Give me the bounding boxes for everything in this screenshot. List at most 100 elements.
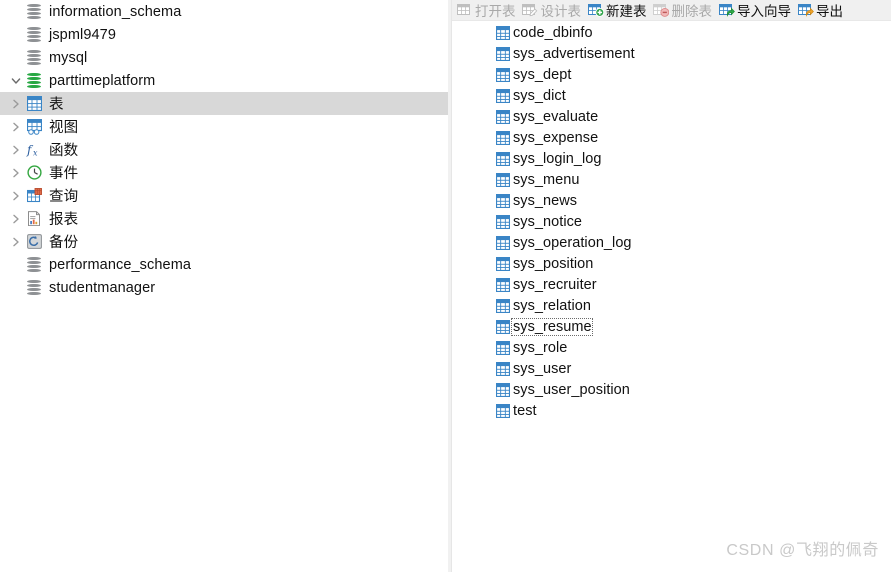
table-icon [494, 298, 512, 313]
table-list-item[interactable]: sys_expense [492, 127, 891, 148]
tree-item-label: information_schema [49, 3, 182, 20]
database-navigator-pane[interactable]: information_schema jspml9479 mysql parttime… [0, 0, 448, 572]
chevron-right-icon[interactable] [8, 168, 24, 178]
object-toolbar[interactable]: 打开表 设计表 新建表 删除表 导入向导 导出 [452, 0, 891, 21]
delete-table-icon [653, 3, 670, 17]
table-list-item[interactable]: sys_notice [492, 211, 891, 232]
table-list-item[interactable]: sys_advertisement [492, 43, 891, 64]
backup-icon [24, 234, 44, 249]
table-icon [494, 109, 512, 124]
database-gray-icon [24, 27, 44, 42]
toolbar-button-导入向导[interactable]: 导入向导 [716, 1, 795, 20]
import-wizard-icon [718, 3, 735, 17]
table-list-item-label: sys_dept [513, 66, 572, 83]
chevron-right-icon[interactable] [8, 237, 24, 247]
table-list-item[interactable]: sys_relation [492, 295, 891, 316]
table-list-item-label: sys_role [513, 339, 568, 356]
table-list-item[interactable]: sys_role [492, 337, 891, 358]
table-list-item[interactable]: sys_login_log [492, 148, 891, 169]
table-icon [494, 319, 512, 334]
view-icon [24, 118, 44, 135]
tree-item-performance_schema[interactable]: performance_schema [0, 253, 448, 276]
chevron-right-icon[interactable] [8, 145, 24, 155]
table-list-item-label: sys_position [513, 255, 594, 272]
chevron-down-icon[interactable] [8, 76, 24, 86]
table-list-item[interactable]: sys_user [492, 358, 891, 379]
table-icon [494, 193, 512, 208]
table-list-item-label: sys_expense [513, 129, 599, 146]
table-list-item[interactable]: code_dbinfo [492, 22, 891, 43]
open-table-icon [456, 3, 473, 17]
table-list-item-label: sys_recruiter [513, 276, 597, 293]
tree-item-备份[interactable]: 备份 [0, 230, 448, 253]
table-list-item[interactable]: sys_resume [492, 316, 891, 337]
table-list-item-label: sys_advertisement [513, 45, 635, 62]
table-list-item[interactable]: sys_evaluate [492, 106, 891, 127]
table-list-item-label: sys_evaluate [513, 108, 599, 125]
database-gray-icon [24, 50, 44, 65]
table-icon [494, 256, 512, 271]
tree-item-label: 事件 [49, 166, 79, 182]
database-gray-icon [24, 4, 44, 19]
design-table-icon [522, 3, 539, 17]
table-list-item[interactable]: sys_operation_log [492, 232, 891, 253]
toolbar-button-label: 导入向导 [737, 4, 791, 19]
table-icon [494, 67, 512, 82]
table-icon [494, 172, 512, 187]
table-object-list[interactable]: code_dbinfo sys_advertisement sys_dept sys_… [452, 21, 891, 421]
database-tree[interactable]: information_schema jspml9479 mysql parttime… [0, 0, 448, 299]
table-list-item[interactable]: test [492, 400, 891, 421]
csdn-watermark: CSDN @飞翔的佩奇 [726, 542, 879, 559]
table-icon [494, 214, 512, 229]
toolbar-button-label: 删除表 [671, 4, 713, 19]
tree-item-label: mysql [49, 49, 88, 66]
table-icon [494, 277, 512, 292]
toolbar-button-设计表: 设计表 [520, 1, 586, 20]
toolbar-button-导出[interactable]: 导出 [795, 1, 847, 20]
toolbar-button-label: 打开表 [475, 4, 516, 19]
chevron-right-icon[interactable] [8, 99, 24, 109]
tree-item-函数[interactable]: f x 函数 [0, 138, 448, 161]
function-icon: fx [24, 142, 44, 157]
table-list-item[interactable]: sys_position [492, 253, 891, 274]
table-list-item[interactable]: sys_dept [492, 64, 891, 85]
tree-item-studentmanager[interactable]: studentmanager [0, 276, 448, 299]
tree-item-jspml9479[interactable]: jspml9479 [0, 23, 448, 46]
table-list-item-label: code_dbinfo [513, 24, 593, 41]
table-icon [494, 361, 512, 376]
chevron-right-icon[interactable] [8, 122, 24, 132]
tree-item-视图[interactable]: 视图 [0, 115, 448, 138]
table-list-item[interactable]: sys_menu [492, 169, 891, 190]
table-list-item-label: test [513, 402, 537, 419]
query-icon [24, 188, 44, 203]
table-list-item-label: sys_menu [513, 171, 580, 188]
tree-item-label: jspml9479 [49, 26, 116, 43]
navicat-window: information_schema jspml9479 mysql parttime… [0, 0, 891, 572]
toolbar-button-打开表: 打开表 [454, 1, 520, 20]
tree-item-表[interactable]: 表 [0, 92, 448, 115]
chevron-right-icon[interactable] [8, 191, 24, 201]
toolbar-button-label: 导出 [816, 4, 843, 19]
table-list-item[interactable]: sys_dict [492, 85, 891, 106]
toolbar-button-新建表[interactable]: 新建表 [585, 1, 651, 20]
tree-item-报表[interactable]: 报表 [0, 207, 448, 230]
chevron-right-icon[interactable] [8, 214, 24, 224]
table-icon [494, 25, 512, 40]
tree-item-查询[interactable]: 查询 [0, 184, 448, 207]
table-list-item-label: sys_resume [511, 317, 593, 336]
table-list-item-label: sys_user [513, 360, 572, 377]
table-list-item-label: sys_relation [513, 297, 591, 314]
table-list-item[interactable]: sys_recruiter [492, 274, 891, 295]
tree-item-label: 报表 [49, 212, 79, 228]
tree-item-事件[interactable]: 事件 [0, 161, 448, 184]
tree-item-parttimeplatform[interactable]: parttimeplatform [0, 69, 448, 92]
table-list-item[interactable]: sys_user_position [492, 379, 891, 400]
database-green-icon [24, 73, 44, 88]
tree-item-information_schema[interactable]: information_schema [0, 0, 448, 23]
table-list-item[interactable]: sys_news [492, 190, 891, 211]
table-icon [494, 88, 512, 103]
tree-item-label: parttimeplatform [49, 72, 156, 89]
report-icon [24, 211, 44, 226]
tree-item-mysql[interactable]: mysql [0, 46, 448, 69]
new-table-icon [587, 3, 604, 17]
